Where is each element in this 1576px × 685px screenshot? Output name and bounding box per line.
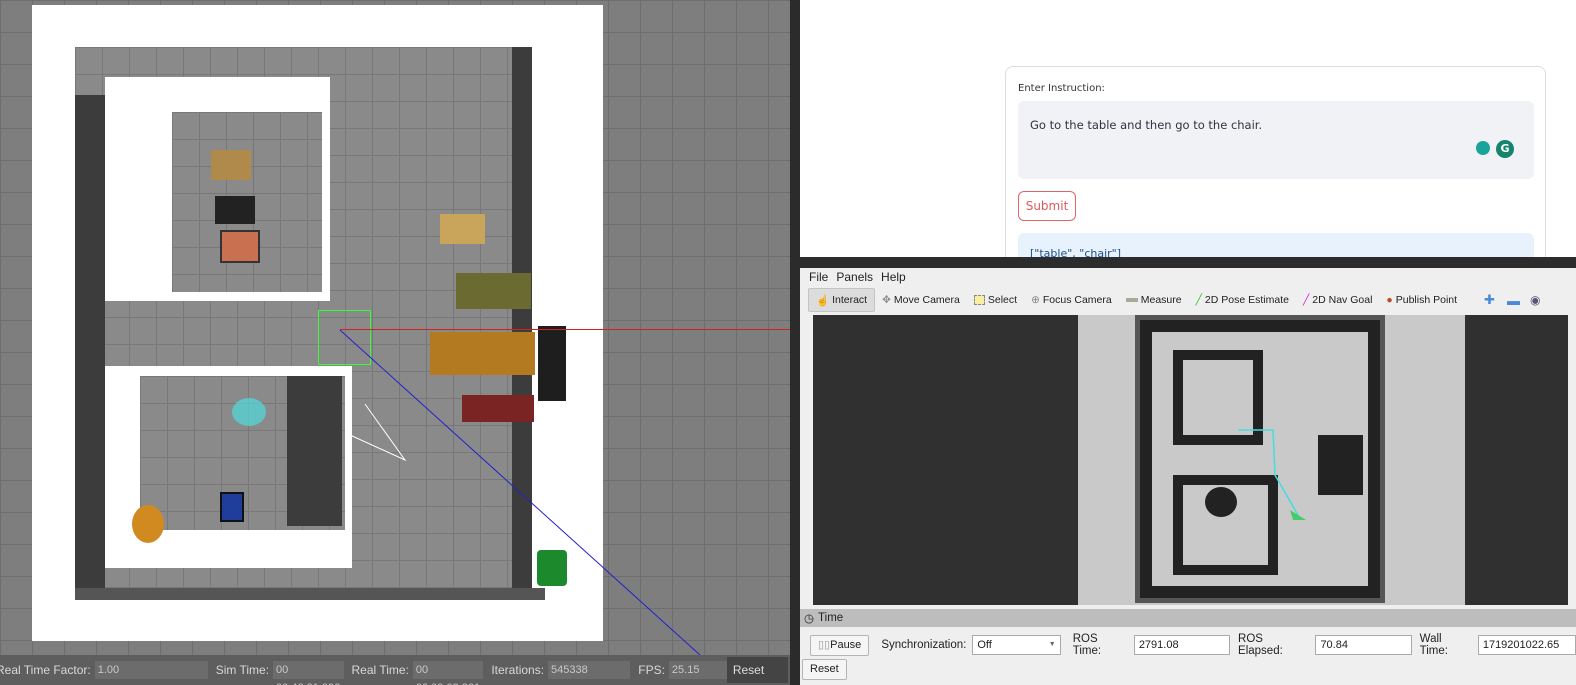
instruction-card: Enter Instruction: Go to the table and t… — [1005, 66, 1546, 266]
sync-select[interactable]: Off ▼ — [972, 635, 1061, 655]
pause-label: Pause — [830, 638, 862, 651]
tool-publish-point[interactable]: ● Publish Point — [1379, 288, 1464, 312]
tool-select[interactable]: Select — [967, 288, 1024, 312]
ros-elapsed-label: ROS Elapsed: — [1238, 633, 1283, 657]
tool-label: Move Camera — [893, 294, 960, 306]
real-time-label: Real Time: — [351, 663, 409, 677]
instruction-label: Enter Instruction: — [1018, 83, 1105, 94]
ros-time-label: ROS Time: — [1072, 633, 1102, 657]
tool-2d-nav-goal[interactable]: ╱ 2D Nav Goal — [1296, 288, 1379, 312]
sim-time-value: 00 00:46:31.096 — [273, 661, 344, 685]
add-tool-icon[interactable]: ✚ — [1484, 292, 1495, 308]
ruler-icon — [1125, 298, 1138, 302]
iterations-value: 545338 — [548, 661, 631, 679]
occupancy-map — [1078, 315, 1465, 605]
time-panel-header: ◷ Time — [800, 609, 1576, 627]
title-bar — [800, 257, 1576, 268]
gazebo-status-bar: Real Time Factor:1.00 Sim Time:00 00:46:… — [0, 655, 790, 685]
tool-label: Select — [987, 294, 1018, 306]
menu-file[interactable]: File — [809, 268, 828, 286]
tool-label: 2D Nav Goal — [1312, 294, 1373, 306]
sync-value: Off — [977, 639, 992, 651]
fps-label: FPS: — [638, 663, 665, 677]
time-panel: ◷ Time ▯▯Pause Synchronization: Off ▼ ROS … — [800, 609, 1576, 685]
remove-tool-icon[interactable]: ▬ — [1507, 293, 1520, 308]
menu-bar: File Panels Help — [800, 268, 906, 286]
gazebo-window: Real Time Factor:1.00 Sim Time:00 00:46:… — [0, 0, 790, 685]
rtf-value: 1.00 — [94, 661, 208, 679]
eye-icon[interactable]: ◉ — [1530, 293, 1540, 307]
tool-label: 2D Pose Estimate — [1204, 294, 1289, 306]
axis-overlay — [339, 329, 701, 655]
tool-move-camera[interactable]: ✥ Move Camera — [875, 288, 967, 312]
path-overlay — [1238, 429, 1306, 520]
instruction-input[interactable]: Go to the table and then go to the chair… — [1018, 101, 1534, 179]
rviz-window: File Panels Help ☝ Interact ✥ Move Camera … — [800, 257, 1576, 685]
grammarly-icon[interactable]: G — [1496, 140, 1514, 158]
move-camera-icon: ✥ — [882, 294, 891, 306]
ros-time-field[interactable]: 2791.08 — [1133, 635, 1231, 655]
magenta-arrow-icon: ╱ — [1302, 294, 1310, 306]
pause-button[interactable]: ▯▯Pause — [810, 634, 870, 656]
time-panel-title: Time — [818, 612, 844, 624]
fps-value: 25.15 — [668, 661, 727, 679]
instruction-text: Go to the table and then go to the chair… — [1030, 118, 1263, 132]
tool-focus-camera[interactable]: ⊕ Focus Camera — [1024, 288, 1119, 312]
chevron-down-icon: ▼ — [1048, 641, 1056, 648]
select-icon — [973, 295, 985, 305]
clock-icon: ◷ — [804, 613, 815, 625]
gazebo-3d-view[interactable] — [0, 0, 790, 655]
ros-elapsed-field[interactable]: 70.84 — [1315, 635, 1412, 655]
reset-button[interactable]: Reset — [802, 659, 847, 680]
real-time-value: 00 00:09:08.261 — [412, 661, 484, 685]
iterations-label: Iterations: — [491, 663, 545, 677]
wall-time-field[interactable]: 1719201022.65 — [1477, 635, 1576, 655]
focus-camera-icon: ⊕ — [1031, 294, 1040, 306]
menu-help[interactable]: Help — [881, 268, 906, 286]
tool-interact[interactable]: ☝ Interact — [808, 288, 876, 312]
tool-label: Interact — [832, 294, 868, 306]
pause-icon: ▯▯ — [818, 638, 831, 651]
submit-button[interactable]: Submit — [1018, 191, 1076, 221]
tool-label: Focus Camera — [1042, 294, 1112, 306]
web-app: Enter Instruction: Go to the table and t… — [800, 0, 1576, 266]
wall-time-label: Wall Time: — [1419, 633, 1448, 657]
sync-label: Synchronization: — [881, 639, 967, 651]
menu-panels[interactable]: Panels — [836, 268, 873, 286]
rtf-label: Real Time Factor: — [0, 663, 91, 677]
reset-time-button[interactable]: Reset Time — [726, 657, 788, 683]
green-arrow-icon: ╱ — [1195, 294, 1202, 306]
tool-measure[interactable]: Measure — [1119, 288, 1189, 312]
time-controls: ▯▯Pause Synchronization: Off ▼ ROS Time: … — [810, 633, 1576, 657]
tool-label: Measure — [1140, 294, 1182, 306]
tool-2d-pose-estimate[interactable]: ╱ 2D Pose Estimate — [1189, 288, 1296, 312]
sim-time-label: Sim Time: — [215, 663, 270, 677]
map-pin-icon: ● — [1386, 294, 1393, 306]
hand-icon: ☝ — [816, 294, 830, 307]
lightbulb-icon[interactable] — [1476, 141, 1490, 155]
tool-label: Publish Point — [1395, 294, 1458, 306]
toolbar: ☝ Interact ✥ Move Camera Select ⊕ Focus Cam… — [808, 287, 1540, 313]
rviz-3d-view[interactable] — [813, 315, 1568, 605]
